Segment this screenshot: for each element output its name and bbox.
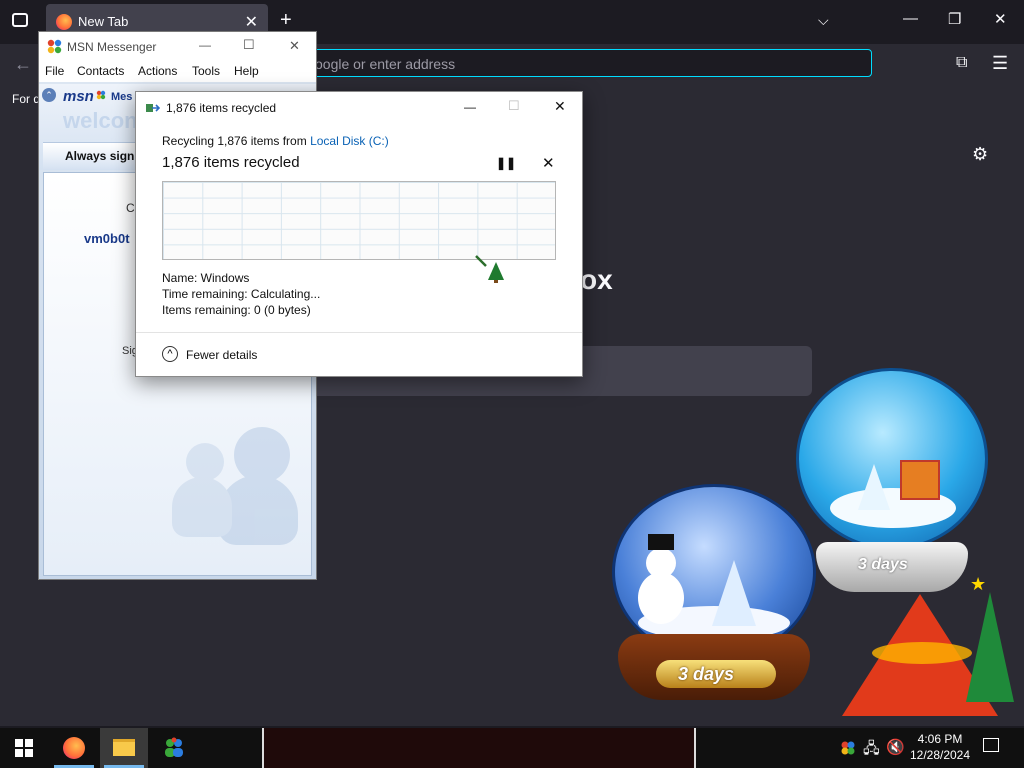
- msn-menu-contacts[interactable]: Contacts: [77, 64, 124, 78]
- folder-icon: [113, 739, 135, 756]
- taskbar: 🖧 🔇 4:06 PM 12/28/2024: [0, 728, 1024, 768]
- dialog-minimize-button[interactable]: —: [464, 100, 476, 114]
- globe-right-gift: [900, 460, 940, 500]
- fewer-details-button[interactable]: ^ Fewer details: [162, 346, 302, 366]
- snowman-body: [638, 572, 684, 624]
- clock-time: 4:06 PM: [917, 732, 963, 746]
- msn-menu-actions[interactable]: Actions: [138, 64, 177, 78]
- globe-right-label: 3 days: [858, 556, 908, 573]
- volume-muted-icon[interactable]: 🔇: [886, 738, 905, 756]
- msn-butterfly-icon: [47, 39, 62, 54]
- speed-graph: [162, 181, 556, 260]
- list-all-tabs-icon[interactable]: ⌵: [818, 12, 829, 29]
- tab-title: New Tab: [78, 14, 129, 29]
- dialog-divider: [136, 332, 582, 333]
- tab-overview-icon[interactable]: [12, 13, 28, 27]
- browser-close-button[interactable]: ✕: [994, 10, 1007, 28]
- globe-left-label: 3 days: [678, 664, 735, 684]
- tree-glow: [872, 642, 972, 664]
- collapse-icon[interactable]: ⌃: [42, 88, 56, 102]
- dialog-close-button[interactable]: ✕: [554, 98, 566, 115]
- fewer-details-label: Fewer details: [186, 348, 258, 362]
- msn-buddies-icon: [165, 737, 183, 757]
- msn-menu-tools[interactable]: Tools: [192, 64, 220, 78]
- msn-account-name[interactable]: vm0b0t: [84, 231, 130, 246]
- msn-welcome-text: welcon: [63, 108, 138, 133]
- firefox-icon: [56, 14, 72, 30]
- tab-close-icon[interactable]: ✕: [245, 12, 258, 32]
- clock-date: 12/28/2024: [909, 748, 971, 762]
- new-tab-button[interactable]: +: [280, 10, 292, 30]
- network-icon[interactable]: 🖧: [863, 738, 880, 763]
- bookmarks-bar-text: For q: [12, 92, 41, 106]
- browser-minimize-button[interactable]: —: [903, 10, 918, 27]
- dialog-maximize-button: ☐: [508, 98, 520, 113]
- msn-menu-help[interactable]: Help: [234, 64, 259, 78]
- address-bar-placeholder: oogle or enter address: [315, 56, 456, 72]
- dialog-title-bar: 1,876 items recycled — ☐ ✕: [136, 92, 582, 122]
- pause-icon[interactable]: ❚❚: [496, 156, 516, 170]
- taskbar-firefox[interactable]: [50, 728, 98, 768]
- snow-globe-right: 3 days: [796, 368, 988, 592]
- msn-buddy-watermark-icon: [172, 427, 298, 555]
- recycle-file-icon: [146, 101, 161, 113]
- gear-icon[interactable]: ⚙: [972, 144, 988, 165]
- msn-title-bar: MSN Messenger — ☐ ✕: [39, 32, 316, 60]
- msn-menu-bar: File Contacts Actions Tools Help: [39, 60, 316, 82]
- always-sign-in-text: Always sign: [65, 149, 135, 163]
- windows-icon: [15, 739, 33, 757]
- dialog-title: 1,876 items recycled: [166, 101, 277, 115]
- taskbar-file-explorer[interactable]: [100, 728, 148, 768]
- msn-minimize-button[interactable]: —: [199, 38, 211, 52]
- name-line: Name: Windows: [162, 271, 250, 285]
- recycling-source-line: Recycling 1,876 items from Local Disk (C…: [162, 134, 389, 148]
- snow-globe-left: 3 days: [612, 484, 816, 700]
- extensions-icon[interactable]: ⧉: [956, 54, 967, 72]
- globe-right-tree: [858, 464, 890, 510]
- back-arrow-icon[interactable]: ←: [14, 54, 32, 75]
- msn-menu-file[interactable]: File: [45, 64, 64, 78]
- system-clock[interactable]: 4:06 PM 12/28/2024: [905, 731, 975, 763]
- cursor-tree-icon: [474, 254, 504, 284]
- msn-maximize-button[interactable]: ☐: [243, 37, 255, 53]
- christmas-tree-decoration: ★: [836, 574, 1016, 722]
- star-icon: ★: [970, 574, 987, 594]
- recycle-progress-dialog: 1,876 items recycled — ☐ ✕ Recycling 1,8…: [135, 91, 583, 377]
- firefox-wordmark: ox: [580, 264, 613, 295]
- hamburger-menu-icon[interactable]: ☰: [992, 53, 1008, 74]
- items-remaining-line: Items remaining: 0 (0 bytes): [162, 303, 311, 317]
- taskbar-msn-messenger[interactable]: [150, 728, 198, 768]
- globe-left-trees: [712, 560, 756, 626]
- taskbar-wallpaper-strip: [262, 728, 696, 768]
- firefox-icon: [63, 737, 85, 759]
- notification-center-icon[interactable]: [983, 738, 999, 752]
- chevron-up-icon: ^: [162, 346, 178, 362]
- tree-green: [966, 592, 1014, 702]
- start-button[interactable]: [0, 728, 48, 768]
- time-remaining-line: Time remaining: Calculating...: [162, 287, 321, 301]
- stop-icon[interactable]: ✕: [542, 154, 555, 172]
- source-link[interactable]: Local Disk (C:): [310, 134, 389, 148]
- msn-logo: msn: [63, 88, 94, 105]
- msn-title-text: MSN Messenger: [67, 40, 157, 54]
- msn-close-button[interactable]: ✕: [289, 38, 300, 54]
- recycling-prefix: Recycling 1,876 items from: [162, 134, 311, 148]
- msn-logo-butterfly-icon: [96, 87, 106, 100]
- snowman-hat: [648, 534, 674, 550]
- msn-logo-fragment: Mes: [111, 91, 133, 103]
- browser-maximize-button[interactable]: ❐: [948, 10, 961, 28]
- tray-msn-icon[interactable]: [840, 740, 856, 756]
- address-bar[interactable]: oogle or enter address: [300, 49, 872, 77]
- progress-heading: 1,876 items recycled: [162, 154, 300, 171]
